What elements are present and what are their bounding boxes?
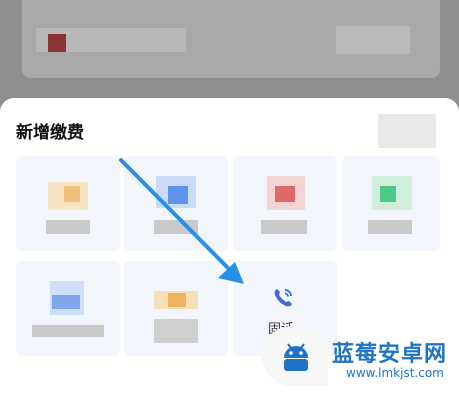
watermark-title: 蓝莓安卓网 bbox=[332, 342, 448, 367]
android-logo-icon bbox=[278, 338, 314, 374]
watermark-url: www.lmkjst.com bbox=[346, 366, 444, 380]
watermark: 蓝莓安卓网 www.lmkjst.com bbox=[262, 326, 459, 386]
